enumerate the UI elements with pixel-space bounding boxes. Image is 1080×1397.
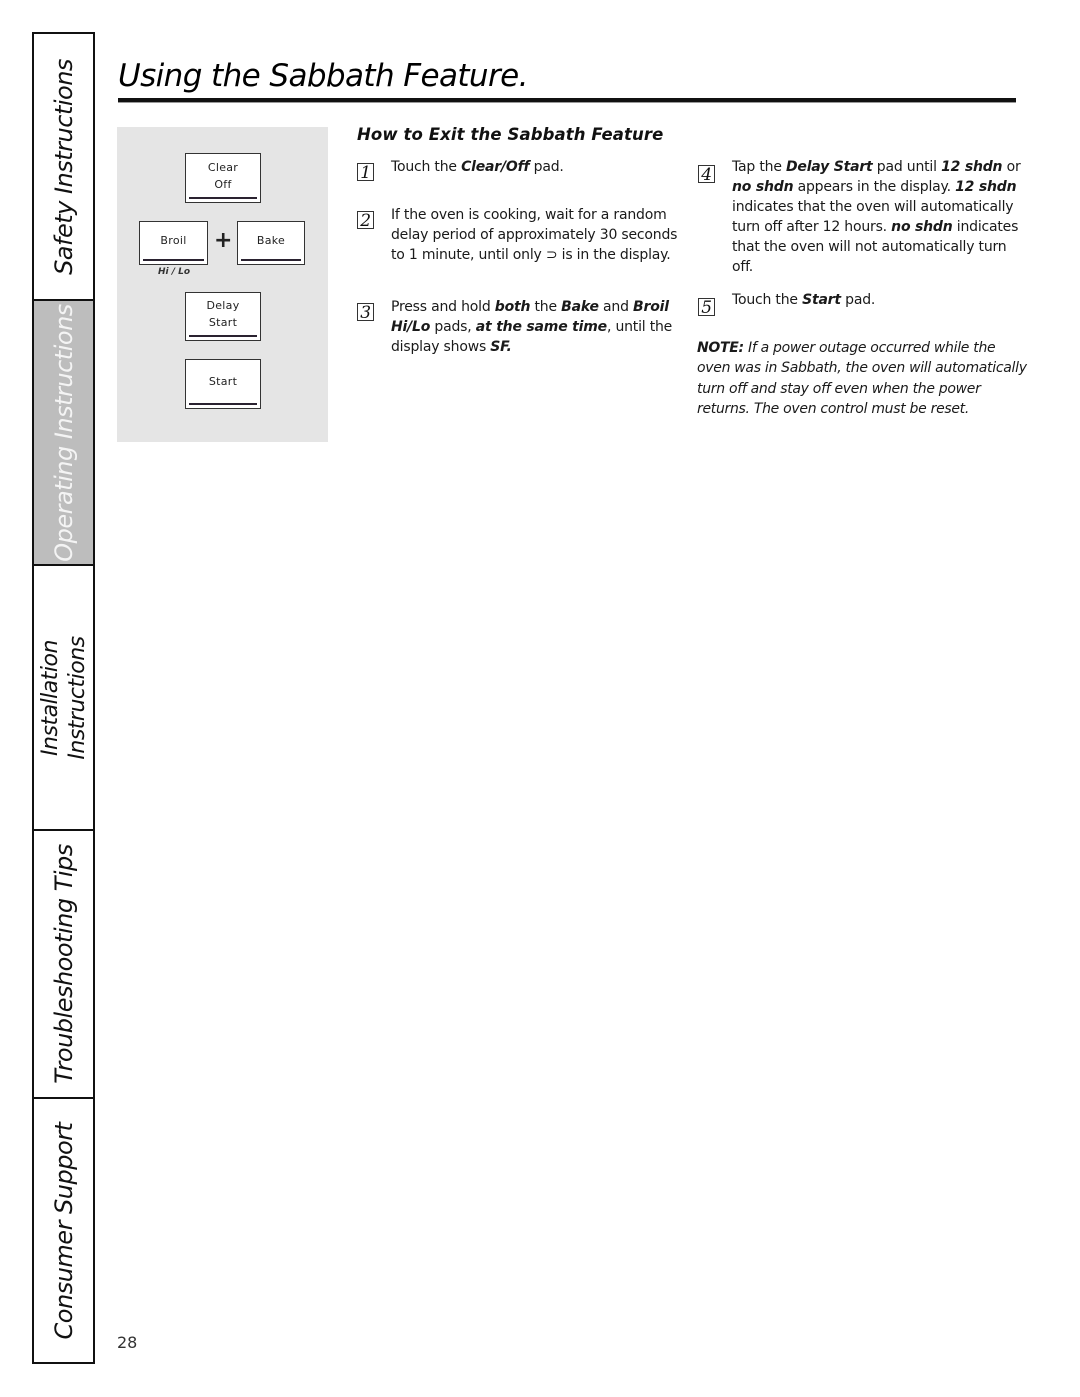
step-text: Tap the Delay Start pad until 12 shdn or… — [732, 157, 1024, 277]
control-panel-illustration: Clear Off Broil + Bake Hi / Lo Delay Sta… — [117, 127, 328, 442]
tab-consumer-support[interactable]: Consumer Support — [34, 1099, 93, 1362]
tab-operating-instructions[interactable]: Operating Instructions — [34, 301, 93, 566]
pad-label: Off — [214, 177, 232, 191]
step-text: Touch the Clear/Off pad. — [391, 157, 687, 177]
step-number: 1 — [357, 163, 374, 182]
text-run: the — [530, 299, 562, 315]
page-number: 28 — [117, 1333, 138, 1352]
step-text: Touch the Start pad. — [732, 290, 1024, 310]
emphasis-text: 12 shdn — [941, 159, 1003, 175]
pad-label: Delay — [206, 299, 240, 312]
tab-label-line: Instructions — [64, 635, 90, 760]
emphasis-text: Delay Start — [785, 159, 873, 175]
tab-label: Installation Instructions — [37, 636, 91, 759]
emphasis-text: Clear/Off — [461, 159, 530, 175]
step-number: 4 — [698, 165, 715, 184]
step-number: 2 — [357, 211, 374, 230]
tab-troubleshooting-tips[interactable]: Troubleshooting Tips — [34, 831, 93, 1099]
tab-safety-instructions[interactable]: Safety Instructions — [34, 34, 93, 301]
tab-label-line: Installation — [37, 639, 63, 756]
delay-start-pad: Delay Start — [185, 292, 261, 341]
pad-label: Start — [208, 375, 238, 388]
text-run: Touch the — [391, 159, 462, 175]
pad-label: Bake — [256, 234, 286, 247]
step-text: If the oven is cooking, wait for a rando… — [391, 205, 681, 265]
text-run: pad until — [872, 159, 942, 175]
emphasis-text: SF. — [490, 339, 512, 355]
tab-label: Troubleshooting Tips — [49, 844, 78, 1084]
emphasis-text: 12 shdn — [955, 179, 1017, 195]
note: NOTE: If a power outage occurred while t… — [697, 338, 1027, 419]
text-run: and — [598, 299, 634, 315]
broil-pad: Broil — [139, 221, 208, 265]
step-text: Press and hold both the Bake and Broil H… — [391, 297, 681, 357]
text-run: appears in the display. — [793, 179, 956, 195]
pad-label: Broil — [160, 234, 187, 247]
start-pad: Start — [185, 359, 261, 409]
side-navigation-tabs: Safety Instructions Operating Instructio… — [32, 32, 95, 1364]
step-number: 5 — [698, 298, 715, 317]
emphasis-text: Start — [802, 292, 841, 308]
page-title: Using the Sabbath Feature. — [118, 58, 528, 94]
clear-off-pad: Clear Off — [185, 153, 261, 203]
text-run: pad. — [529, 159, 564, 175]
text-run: pads, — [430, 319, 476, 335]
text-run: pad. — [840, 292, 876, 308]
section-heading: How to Exit the Sabbath Feature — [357, 125, 664, 144]
emphasis-text: Bake — [561, 299, 599, 315]
text-run: If the oven is cooking, wait for a rando… — [391, 207, 678, 263]
tab-label: Consumer Support — [49, 1122, 78, 1339]
emphasis-text: at the same time — [475, 319, 607, 335]
tab-label: Operating Instructions — [49, 303, 78, 562]
emphasis-text: no shdn — [891, 219, 953, 235]
step-number: 3 — [357, 303, 374, 322]
text-run: Tap the — [732, 159, 786, 175]
plus-sign: + — [214, 228, 233, 253]
tab-installation-instructions[interactable]: Installation Instructions — [34, 566, 93, 831]
note-text: If a power outage occurred while the ove… — [697, 340, 1027, 417]
tab-label: Safety Instructions — [49, 58, 78, 275]
pad-label: Clear — [207, 160, 239, 174]
note-label: NOTE: — [697, 340, 744, 356]
text-run: Press and hold — [391, 299, 495, 315]
pad-label: Start — [208, 316, 238, 329]
text-run: Touch the — [732, 292, 803, 308]
bake-pad: Bake — [237, 221, 305, 265]
hi-lo-label: Hi / Lo — [158, 267, 191, 277]
title-underline — [118, 98, 1016, 103]
emphasis-text: both — [494, 299, 531, 315]
text-run: or — [1002, 159, 1021, 175]
emphasis-text: no shdn — [732, 179, 794, 195]
